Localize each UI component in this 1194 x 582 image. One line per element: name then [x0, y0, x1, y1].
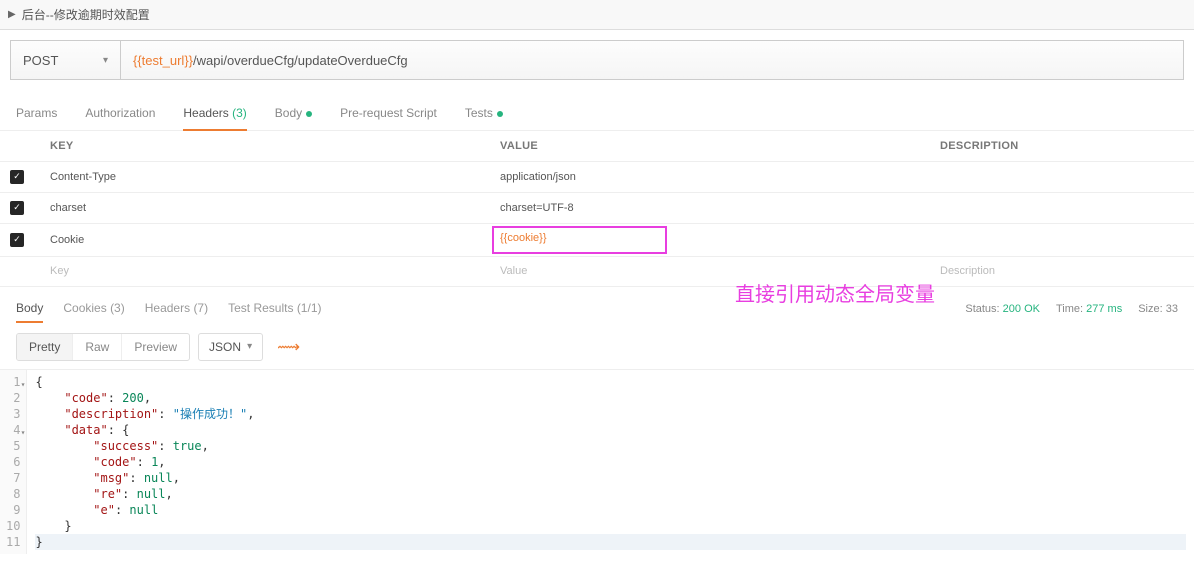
header-key-cell[interactable]: Content-Type — [40, 161, 490, 192]
wrap-lines-icon[interactable]: ⟿ — [271, 337, 306, 357]
request-tabs: Params Authorization Headers (3) Body Pr… — [0, 98, 1194, 131]
code-line: } — [35, 534, 1186, 550]
code-line: "e": null — [35, 502, 1186, 518]
code-line: { — [35, 374, 1186, 390]
code-line: "data": { — [35, 422, 1186, 438]
resp-tab-cookies[interactable]: Cookies (3) — [63, 295, 124, 323]
request-url-bar: POST ▾ {{test_url}}/wapi/overdueCfg/upda… — [10, 40, 1184, 80]
code-line: } — [35, 518, 1186, 534]
headers-table: KEY VALUE DESCRIPTION ✓ Content-Typeappli… — [0, 131, 1194, 287]
code-line: "code": 1, — [35, 454, 1186, 470]
header-value-cell[interactable]: application/json — [490, 161, 930, 192]
tab-tests[interactable]: Tests — [465, 98, 503, 130]
header-desc-cell[interactable] — [930, 161, 1194, 192]
column-key: KEY — [40, 131, 490, 161]
checkbox-icon[interactable]: ✓ — [10, 170, 24, 184]
view-mode-group: Pretty Raw Preview — [16, 333, 190, 361]
caret-down-icon: ▾ — [103, 55, 108, 66]
request-name-header[interactable]: ▶ 后台--修改逾期时效配置 — [0, 0, 1194, 30]
table-row-placeholder[interactable]: KeyValueDescription — [0, 256, 1194, 286]
dot-icon — [306, 111, 312, 117]
header-key-cell[interactable]: charset — [40, 192, 490, 223]
tab-prerequest[interactable]: Pre-request Script — [340, 98, 437, 130]
url-path: /wapi/overdueCfg/updateOverdueCfg — [193, 53, 408, 68]
header-desc-cell[interactable] — [930, 223, 1194, 256]
preview-button[interactable]: Preview — [122, 334, 189, 360]
pretty-button[interactable]: Pretty — [17, 334, 73, 360]
response-meta: Status: 200 OK Time: 277 ms Size: 33 — [965, 303, 1178, 315]
dot-icon — [497, 111, 503, 117]
method-label: POST — [23, 53, 58, 68]
table-row[interactable]: ✓ charsetcharset=UTF-8 — [0, 192, 1194, 223]
column-description: DESCRIPTION — [930, 131, 1194, 161]
tab-body[interactable]: Body — [275, 98, 312, 130]
caret-down-icon: ▾ — [247, 341, 252, 352]
code-line: "msg": null, — [35, 470, 1186, 486]
response-code: 1▾234▾567891011 { "code": 200, "descript… — [0, 369, 1194, 554]
header-desc-cell[interactable] — [930, 192, 1194, 223]
code-line: "re": null, — [35, 486, 1186, 502]
table-row[interactable]: ✓ Content-Typeapplication/json — [0, 161, 1194, 192]
url-input[interactable]: {{test_url}}/wapi/overdueCfg/updateOverd… — [121, 41, 1183, 79]
resp-tab-headers[interactable]: Headers (7) — [145, 295, 208, 323]
checkbox-icon[interactable]: ✓ — [10, 233, 24, 247]
code-line: "description": "操作成功！", — [35, 406, 1186, 422]
resp-tab-test-results[interactable]: Test Results (1/1) — [228, 295, 321, 323]
request-title: 后台--修改逾期时效配置 — [22, 6, 150, 23]
description-placeholder[interactable]: Description — [930, 256, 1194, 286]
response-toolbar: Pretty Raw Preview JSON ▾ ⟿ — [0, 323, 1194, 369]
code-line: "success": true, — [35, 438, 1186, 454]
tab-headers[interactable]: Headers (3) — [183, 98, 246, 130]
response-bar: Body Cookies (3) Headers (7) Test Result… — [0, 287, 1194, 323]
url-variable: {{test_url}} — [133, 53, 193, 68]
raw-button[interactable]: Raw — [73, 334, 122, 360]
header-key-cell[interactable]: Cookie — [40, 223, 490, 256]
http-method-select[interactable]: POST ▾ — [11, 41, 121, 79]
table-row[interactable]: ✓ Cookie{{cookie}} — [0, 223, 1194, 256]
tab-authorization[interactable]: Authorization — [85, 98, 155, 130]
resp-tab-body[interactable]: Body — [16, 295, 43, 323]
key-placeholder[interactable]: Key — [40, 256, 490, 286]
chevron-right-icon: ▶ — [8, 9, 16, 20]
checkbox-icon[interactable]: ✓ — [10, 201, 24, 215]
header-value-cell[interactable]: charset=UTF-8 — [490, 192, 930, 223]
column-value: VALUE — [490, 131, 930, 161]
header-value-cell[interactable]: {{cookie}} — [490, 223, 930, 256]
code-line: "code": 200, — [35, 390, 1186, 406]
format-select[interactable]: JSON ▾ — [198, 333, 263, 361]
tab-params[interactable]: Params — [16, 98, 57, 130]
